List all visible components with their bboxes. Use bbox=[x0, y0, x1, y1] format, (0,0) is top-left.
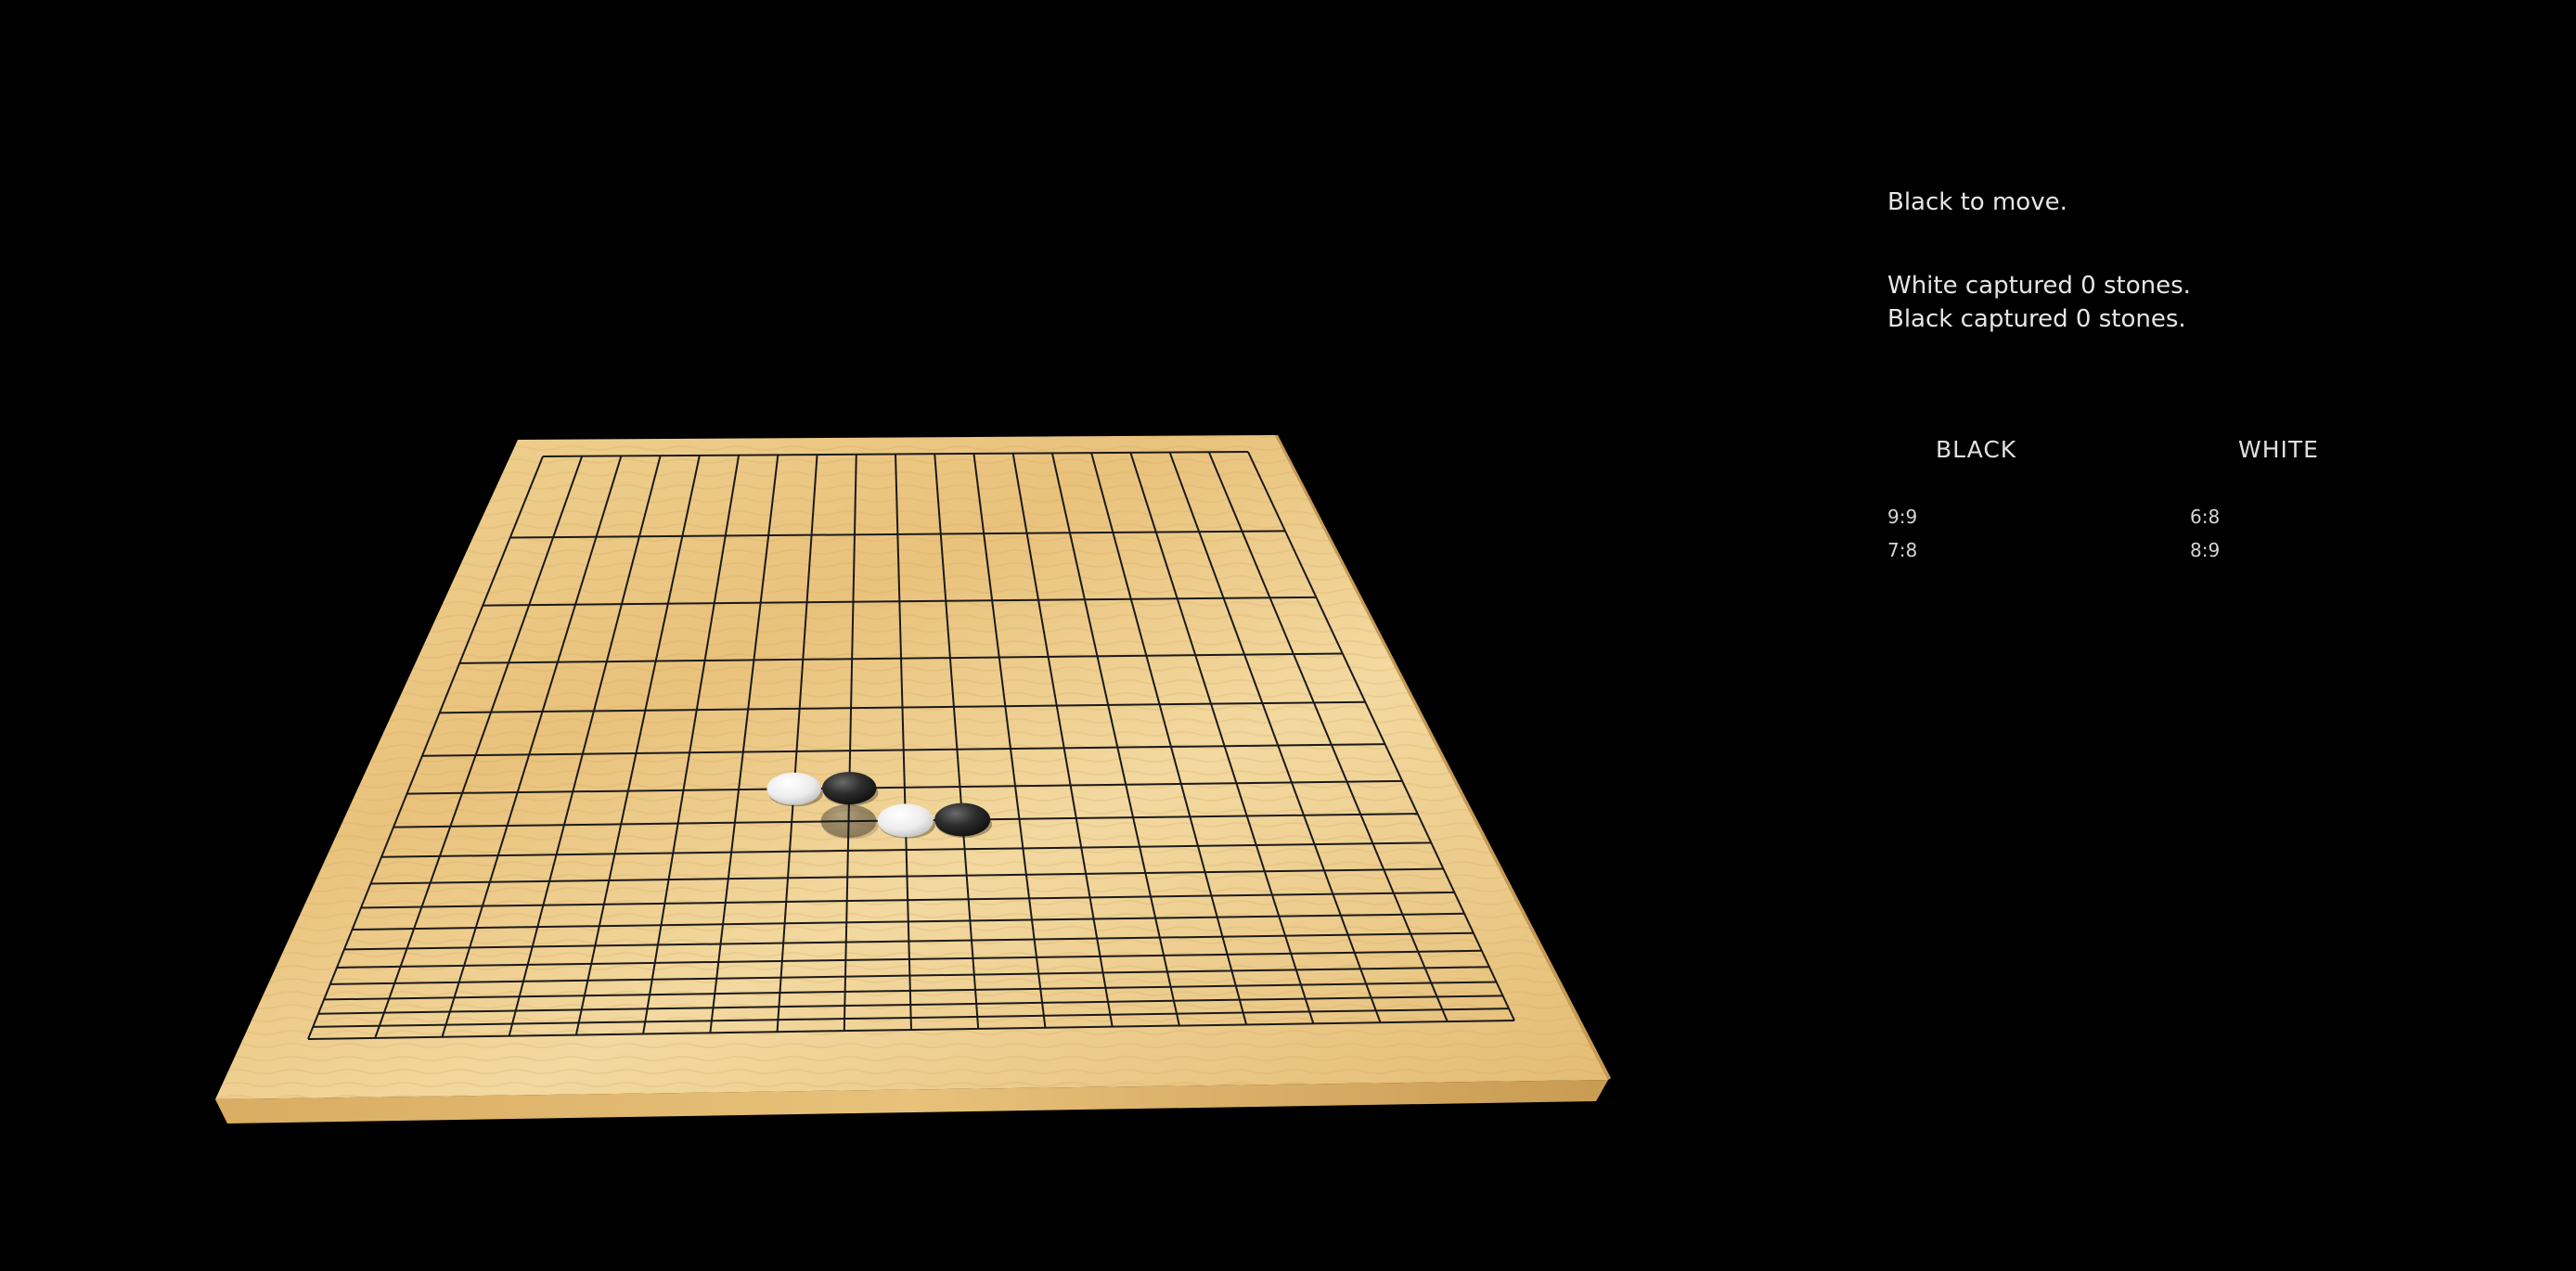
white-move-entry: 6:8 bbox=[2190, 506, 2221, 528]
black-captured-count: Black captured 0 stones. bbox=[1887, 305, 2186, 333]
white-captured-count: White captured 0 stones. bbox=[1887, 272, 2191, 300]
info-panel: Black to move. White captured 0 stones. … bbox=[1887, 186, 2444, 561]
white-column-header: WHITE bbox=[2238, 436, 2319, 463]
black-column-header: BLACK bbox=[1936, 436, 2017, 463]
white-move-entry: 8:9 bbox=[2190, 539, 2221, 561]
black-move-entry: 9:9 bbox=[1887, 506, 1918, 528]
black-move-entry: 7:8 bbox=[1887, 539, 1918, 561]
turn-status: Black to move. bbox=[1887, 188, 2067, 216]
